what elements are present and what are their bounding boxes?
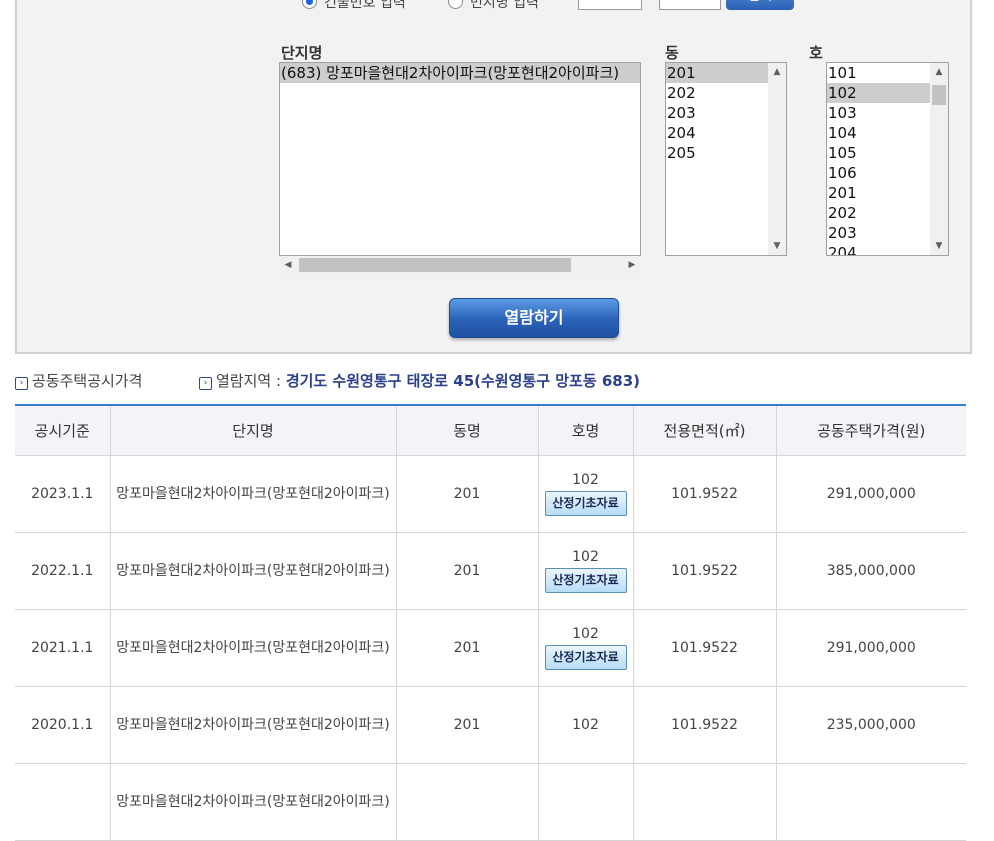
complex-label: 단지명: [281, 44, 323, 62]
cell-price: 291,000,000: [775, 608, 966, 687]
search-button[interactable]: 검색: [726, 0, 794, 10]
calc-basis-button[interactable]: 산정기초자료: [544, 644, 627, 670]
section-title: 공동주택공시가격: [32, 372, 143, 390]
cell-area: [632, 762, 777, 841]
cell-dong: [395, 762, 539, 841]
complex-horizontal-scrollbar[interactable]: ◀ ▶: [279, 256, 641, 274]
dong-label: 동: [665, 44, 679, 62]
cell-date: 2022.1.1: [15, 531, 111, 610]
scroll-left-arrow-icon[interactable]: ◀: [279, 256, 297, 274]
cell-price: 385,000,000: [775, 531, 966, 610]
calc-basis-button[interactable]: 산정기초자료: [544, 490, 627, 516]
table-row: 2023.1.1 망포마을현대2차아이파크(망포현대2아이파크) 201 102 산정기…: [15, 454, 966, 533]
region-label: 열람지역 :: [216, 372, 282, 390]
header-date: 공시기준: [15, 405, 111, 456]
header-ho: 호명: [537, 405, 634, 456]
cell-ho: 102: [537, 685, 634, 764]
cell-price: 291,000,000: [775, 454, 966, 533]
ho-scroll-thumb[interactable]: [932, 85, 946, 105]
table-row: 2020.1.1 망포마을현대2차아이파크(망포현대2아이파크) 201 102 101…: [15, 685, 966, 764]
scroll-right-arrow-icon[interactable]: ▶: [623, 256, 641, 274]
cell-complex: 망포마을현대2차아이파크(망포현대2아이파크): [109, 531, 397, 610]
radio-building-number-label: 건물번호 입력: [324, 0, 406, 11]
ho-scrollbar[interactable]: ▲ ▼: [930, 63, 948, 255]
cell-complex: 망포마을현대2차아이파크(망포현대2아이파크): [109, 762, 397, 841]
building-number-input[interactable]: [578, 0, 642, 10]
scroll-up-arrow-icon[interactable]: ▲: [768, 63, 786, 81]
dong-listbox[interactable]: 201 202 203 204 205 ▲ ▼: [665, 62, 787, 256]
scroll-down-arrow-icon[interactable]: ▼: [930, 237, 948, 255]
cell-dong: 201: [395, 685, 539, 764]
region-value: 경기도 수원영통구 태장로 45(수원영통구 망포동 683): [285, 372, 641, 390]
table-header-row: 공시기준 단지명 동명 호명 전용면적(㎡) 공동주택가격(원): [15, 405, 966, 456]
cell-area: 101.9522: [632, 531, 777, 610]
cell-date: [15, 762, 111, 841]
complex-option[interactable]: (683) 망포마을현대2차아이파크(망포현대2아이파크): [280, 63, 640, 83]
table-row: 2021.1.1 망포마을현대2차아이파크(망포현대2아이파크) 201 102 산정기…: [15, 608, 966, 687]
calc-basis-button[interactable]: 산정기초자료: [544, 567, 627, 593]
cell-area: 101.9522: [632, 608, 777, 687]
scroll-up-arrow-icon[interactable]: ▲: [930, 63, 948, 81]
cell-complex: 망포마을현대2차아이파크(망포현대2아이파크): [109, 608, 397, 687]
ho-value: 102: [572, 716, 599, 733]
cell-price: [775, 762, 966, 841]
cell-ho: [537, 762, 634, 841]
complex-listbox[interactable]: (683) 망포마을현대2차아이파크(망포현대2아이파크): [279, 62, 641, 256]
ho-value: 102: [572, 625, 599, 642]
scroll-down-arrow-icon[interactable]: ▼: [768, 237, 786, 255]
radio-lot-number[interactable]: [448, 0, 463, 9]
ho-label: 호: [809, 44, 823, 62]
cell-ho: 102 산정기초자료: [537, 454, 634, 533]
cell-area: 101.9522: [632, 454, 777, 533]
header-dong: 동명: [395, 405, 539, 456]
table-row: 망포마을현대2차아이파크(망포현대2아이파크): [15, 762, 966, 841]
header-area: 전용면적(㎡): [632, 405, 777, 456]
chevron-right-box-icon: ›: [15, 377, 28, 390]
cell-dong: 201: [395, 531, 539, 610]
radio-lot-number-label: 번지명 입력: [470, 0, 539, 11]
sub-number-input[interactable]: [659, 0, 721, 10]
cell-complex: 망포마을현대2차아이파크(망포현대2아이파크): [109, 685, 397, 764]
ho-listbox[interactable]: 101 102 103 104 105 106 201 202 203 204 ▲ ▼: [826, 62, 949, 256]
table-row: 2022.1.1 망포마을현대2차아이파크(망포현대2아이파크) 201 102 산정기…: [15, 531, 966, 610]
cell-date: 2021.1.1: [15, 608, 111, 687]
cell-ho: 102 산정기초자료: [537, 531, 634, 610]
complex-scroll-thumb[interactable]: [299, 258, 571, 272]
cell-dong: 201: [395, 454, 539, 533]
dong-scrollbar[interactable]: ▲ ▼: [768, 63, 786, 255]
header-price: 공동주택가격(원): [775, 405, 966, 456]
ho-value: 102: [572, 471, 599, 488]
ho-value: 102: [572, 548, 599, 565]
cell-price: 235,000,000: [775, 685, 966, 764]
price-table: 공시기준 단지명 동명 호명 전용면적(㎡) 공동주택가격(원) 2023.1.…: [15, 404, 966, 841]
cell-ho: 102 산정기초자료: [537, 608, 634, 687]
radio-building-number[interactable]: [302, 0, 317, 9]
cell-dong: 201: [395, 608, 539, 687]
cell-complex: 망포마을현대2차아이파크(망포현대2아이파크): [109, 454, 397, 533]
cell-date: 2023.1.1: [15, 454, 111, 533]
view-button[interactable]: 열람하기: [449, 298, 619, 338]
cell-date: 2020.1.1: [15, 685, 111, 764]
cell-area: 101.9522: [632, 685, 777, 764]
chevron-right-box-icon: ›: [199, 377, 212, 390]
header-complex: 단지명: [109, 405, 397, 456]
